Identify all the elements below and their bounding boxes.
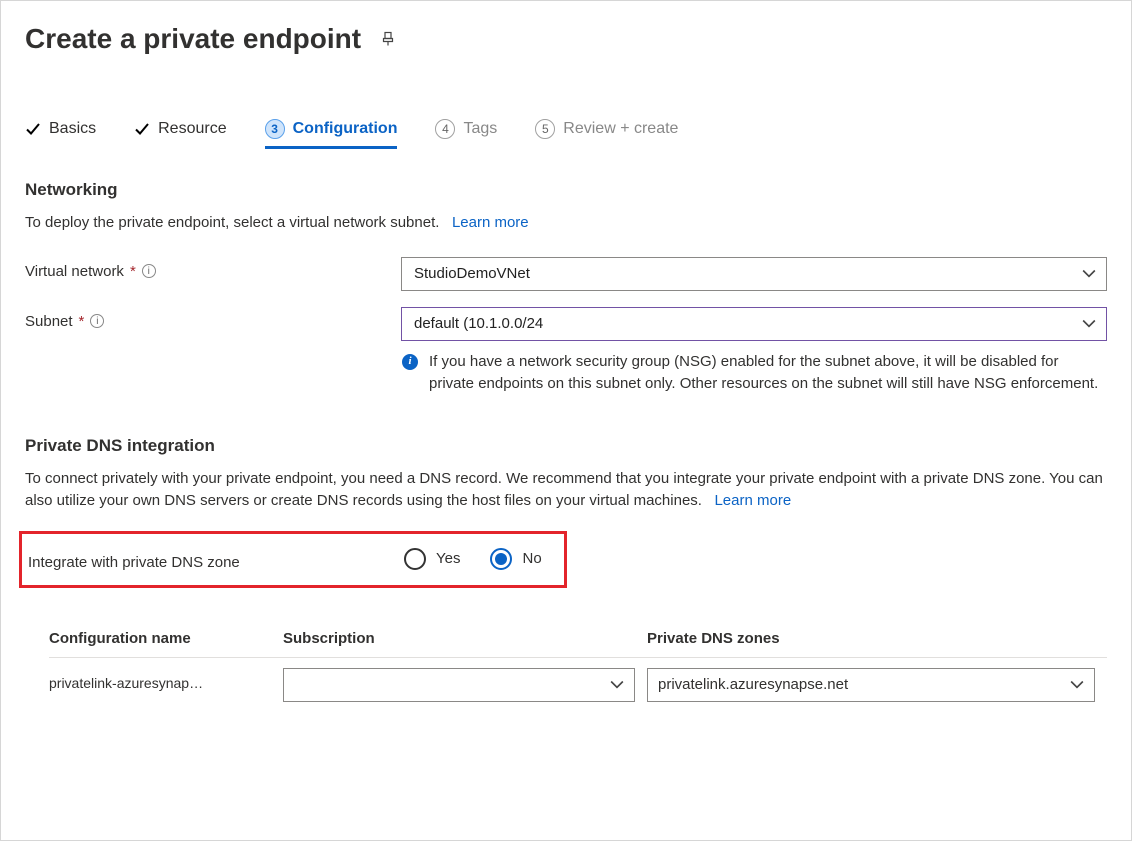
tab-step-number: 3: [265, 119, 285, 139]
subnet-select[interactable]: default (10.1.0.0/24: [401, 307, 1107, 341]
dns-desc-text: To connect privately with your private e…: [25, 470, 1103, 510]
info-icon: i: [401, 353, 419, 371]
info-icon[interactable]: i: [142, 264, 156, 278]
chevron-down-icon: [610, 678, 624, 692]
table-row: privatelink-azuresynap… privatelink.azur…: [49, 658, 1107, 706]
required-indicator: *: [130, 263, 136, 280]
tab-resource[interactable]: Resource: [134, 115, 226, 149]
networking-heading: Networking: [25, 180, 1107, 200]
chevron-down-icon: [1070, 678, 1084, 692]
tab-label: Configuration: [293, 120, 398, 138]
private-dns-zone-value: privatelink.azuresynapse.net: [658, 676, 848, 693]
tab-label: Tags: [463, 120, 497, 138]
integrate-dns-label: Integrate with private DNS zone: [28, 554, 240, 571]
networking-desc-text: To deploy the private endpoint, select a…: [25, 214, 439, 231]
networking-description: To deploy the private endpoint, select a…: [25, 212, 1107, 235]
integrate-dns-yes-radio[interactable]: Yes: [404, 548, 460, 570]
tab-basics[interactable]: Basics: [25, 115, 96, 149]
pin-icon[interactable]: [379, 30, 397, 48]
dns-description: To connect privately with your private e…: [25, 468, 1107, 513]
wizard-tabs: Basics Resource 3 Configuration 4 Tags 5…: [25, 115, 1107, 150]
dns-learn-more-link[interactable]: Learn more: [714, 492, 791, 509]
tab-tags[interactable]: 4 Tags: [435, 115, 497, 149]
tab-label: Basics: [49, 120, 96, 138]
tab-configuration[interactable]: 3 Configuration: [265, 115, 398, 149]
tab-step-number: 4: [435, 119, 455, 139]
chevron-down-icon: [1082, 317, 1096, 331]
subnet-label: Subnet: [25, 313, 73, 330]
subnet-value: default (10.1.0.0/24: [414, 315, 543, 332]
radio-label: Yes: [436, 550, 460, 567]
private-dns-zone-select[interactable]: privatelink.azuresynapse.net: [647, 668, 1095, 702]
col-header-private-dns-zones: Private DNS zones: [647, 630, 1107, 647]
tab-review-create[interactable]: 5 Review + create: [535, 115, 678, 149]
page-title: Create a private endpoint: [25, 23, 361, 55]
networking-learn-more-link[interactable]: Learn more: [452, 214, 529, 231]
chevron-down-icon: [1082, 267, 1096, 281]
integrate-dns-highlight: Integrate with private DNS zone Yes No: [19, 531, 567, 588]
virtual-network-select[interactable]: StudioDemoVNet: [401, 257, 1107, 291]
col-header-config-name: Configuration name: [49, 630, 283, 647]
config-name-cell: privatelink-azuresynap…: [49, 675, 203, 691]
info-icon[interactable]: i: [90, 314, 104, 328]
virtual-network-value: StudioDemoVNet: [414, 265, 530, 282]
tab-step-number: 5: [535, 119, 555, 139]
col-header-subscription: Subscription: [283, 630, 647, 647]
subscription-select[interactable]: [283, 668, 635, 702]
dns-heading: Private DNS integration: [25, 436, 1107, 456]
radio-label: No: [522, 550, 541, 567]
integrate-dns-no-radio[interactable]: No: [490, 548, 541, 570]
tab-label: Resource: [158, 120, 226, 138]
required-indicator: *: [79, 313, 85, 330]
nsg-info-text: If you have a network security group (NS…: [429, 351, 1107, 396]
tab-label: Review + create: [563, 120, 678, 138]
virtual-network-label: Virtual network: [25, 263, 124, 280]
dns-zones-table: Configuration name Subscription Private …: [25, 620, 1107, 706]
